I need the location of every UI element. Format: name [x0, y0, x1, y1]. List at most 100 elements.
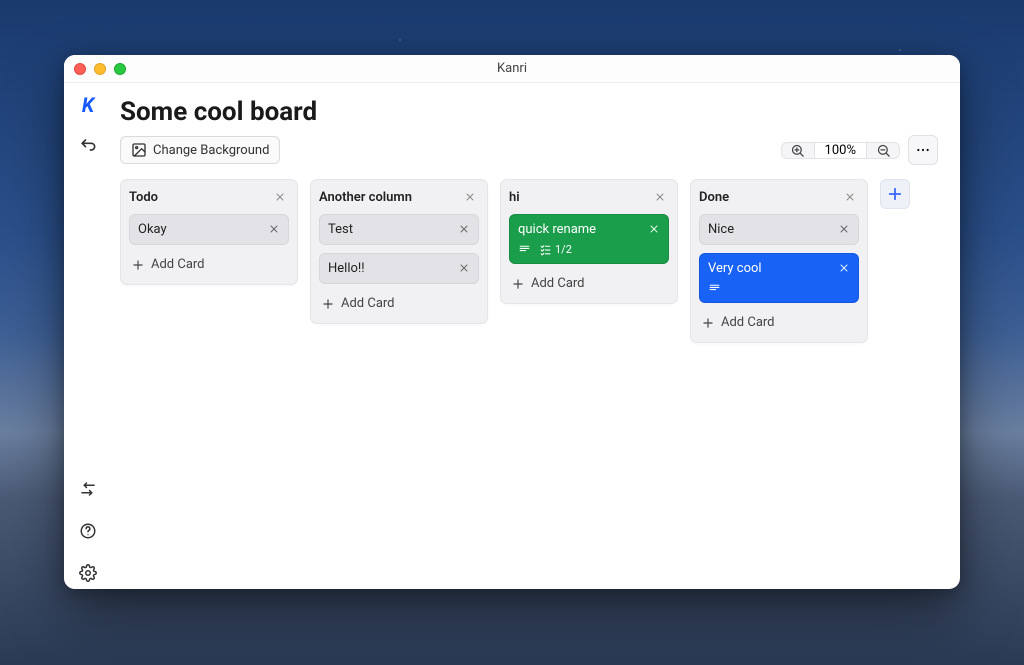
window-zoom-button[interactable] — [114, 63, 126, 75]
toolbar: Change Background 100% — [120, 135, 938, 165]
add-card-button[interactable]: Add Card — [319, 292, 479, 315]
delete-card-button[interactable] — [266, 221, 282, 237]
zoom-out-button[interactable] — [867, 143, 899, 158]
help-button[interactable] — [72, 515, 104, 547]
close-icon — [274, 191, 286, 203]
card-title: Very cool — [708, 261, 762, 276]
change-background-button[interactable]: Change Background — [120, 136, 280, 164]
card[interactable]: quick rename 1/2 — [509, 214, 669, 264]
card-title: Hello!! — [328, 261, 365, 276]
card-title: Nice — [708, 222, 734, 237]
more-options-button[interactable] — [908, 135, 938, 165]
add-card-button[interactable]: Add Card — [699, 311, 859, 334]
app-logo[interactable]: K — [74, 91, 102, 119]
back-button[interactable] — [72, 129, 104, 161]
close-icon — [648, 223, 660, 235]
back-arrow-icon — [78, 135, 98, 155]
card-meta: 1/2 — [518, 243, 660, 256]
add-card-button[interactable]: Add Card — [509, 272, 669, 295]
column-title[interactable]: Another column — [319, 190, 461, 205]
close-icon — [838, 223, 850, 235]
close-icon — [654, 191, 666, 203]
close-icon — [838, 262, 850, 274]
delete-card-button[interactable] — [456, 260, 472, 276]
add-card-label: Add Card — [531, 276, 585, 291]
delete-column-button[interactable] — [271, 188, 289, 206]
close-icon — [464, 191, 476, 203]
delete-card-button[interactable] — [456, 221, 472, 237]
close-icon — [844, 191, 856, 203]
card[interactable]: Okay — [129, 214, 289, 245]
card[interactable]: Hello!! — [319, 253, 479, 284]
window-close-button[interactable] — [74, 63, 86, 75]
column[interactable]: hi quick rename 1/2 Add Card — [500, 179, 678, 304]
column[interactable]: Todo Okay Add Card — [120, 179, 298, 285]
delete-column-button[interactable] — [841, 188, 859, 206]
plus-icon — [701, 316, 715, 330]
column[interactable]: Done Nice Very cool Add Card — [690, 179, 868, 343]
app-body: K Some cool board Change Background — [64, 83, 960, 589]
column-title[interactable]: hi — [509, 190, 651, 205]
titlebar: Kanri — [64, 55, 960, 83]
app-window: Kanri K Some cool board Cha — [64, 55, 960, 589]
column-title[interactable]: Done — [699, 190, 841, 205]
window-minimize-button[interactable] — [94, 63, 106, 75]
column-header: Another column — [319, 188, 479, 206]
delete-card-button[interactable] — [836, 260, 852, 276]
board: Todo Okay Add Card Another column Test Hello!… — [120, 179, 938, 579]
plus-icon — [131, 258, 145, 272]
description-indicator — [518, 243, 531, 256]
close-icon — [268, 223, 280, 235]
transfer-icon — [79, 480, 97, 498]
delete-column-button[interactable] — [461, 188, 479, 206]
description-indicator — [708, 282, 721, 295]
card[interactable]: Test — [319, 214, 479, 245]
card-title: Okay — [138, 222, 167, 237]
plus-icon — [321, 297, 335, 311]
close-icon — [458, 223, 470, 235]
card-title: quick rename — [518, 222, 596, 237]
column-header: Done — [699, 188, 859, 206]
column[interactable]: Another column Test Hello!! Add Card — [310, 179, 488, 324]
import-export-button[interactable] — [72, 473, 104, 505]
card-meta — [708, 282, 850, 295]
description-icon — [518, 243, 531, 256]
zoom-in-icon — [790, 143, 805, 158]
column-header: hi — [509, 188, 669, 206]
add-card-label: Add Card — [721, 315, 775, 330]
zoom-value: 100% — [814, 143, 867, 158]
titlebar-title: Kanri — [497, 61, 527, 76]
checklist-indicator: 1/2 — [539, 243, 572, 256]
delete-card-button[interactable] — [646, 221, 662, 237]
zoom-in-button[interactable] — [782, 143, 814, 158]
settings-button[interactable] — [72, 557, 104, 589]
sidebar: K — [64, 83, 112, 589]
help-icon — [79, 522, 97, 540]
zoom-out-icon — [876, 143, 891, 158]
add-card-label: Add Card — [341, 296, 395, 311]
image-icon — [131, 142, 147, 158]
more-horizontal-icon — [915, 142, 931, 158]
board-title[interactable]: Some cool board — [120, 97, 938, 127]
plus-icon — [886, 185, 904, 203]
add-card-label: Add Card — [151, 257, 205, 272]
column-header: Todo — [129, 188, 289, 206]
checklist-icon — [539, 243, 552, 256]
add-card-button[interactable]: Add Card — [129, 253, 289, 276]
change-background-label: Change Background — [153, 143, 269, 158]
gear-icon — [79, 564, 97, 582]
card[interactable]: Nice — [699, 214, 859, 245]
delete-card-button[interactable] — [836, 221, 852, 237]
checklist-count: 1/2 — [555, 243, 572, 256]
description-icon — [708, 282, 721, 295]
window-traffic-lights — [74, 63, 126, 75]
delete-column-button[interactable] — [651, 188, 669, 206]
close-icon — [458, 262, 470, 274]
card[interactable]: Very cool — [699, 253, 859, 303]
column-title[interactable]: Todo — [129, 190, 271, 205]
main: Some cool board Change Background 100% — [112, 83, 960, 589]
card-title: Test — [328, 222, 353, 237]
add-column-button[interactable] — [880, 179, 910, 209]
zoom-control: 100% — [781, 142, 900, 159]
plus-icon — [511, 277, 525, 291]
